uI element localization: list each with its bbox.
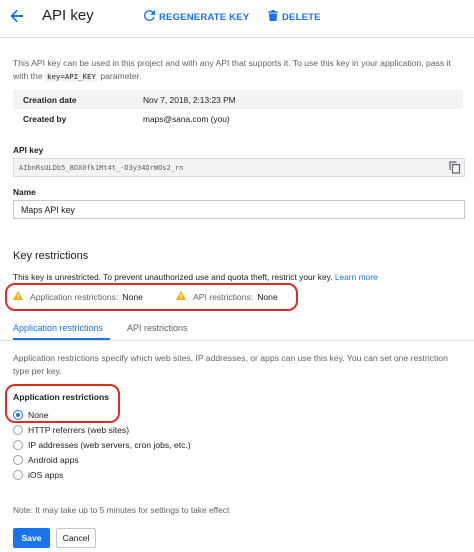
settings-note: Note: It may take up to 5 minutes for se… (13, 505, 230, 515)
application-restrictions-warning: Application restrictions: None (13, 291, 143, 302)
tab-api-restrictions[interactable]: API restrictions (127, 323, 188, 333)
application-restrictions-warning-value: None (122, 291, 143, 302)
radio-button[interactable] (13, 455, 23, 465)
learn-more-link[interactable]: Learn more (335, 272, 378, 282)
radio-button[interactable] (13, 410, 23, 420)
warning-icon (13, 291, 23, 302)
radio-http-referrers-label: HTTP referrers (web sites) (28, 425, 130, 435)
application-restrictions-heading: Application restrictions (13, 392, 109, 402)
api-restrictions-warning-value: None (257, 291, 278, 302)
creation-date-row: Creation date Nov 7, 2018, 2:13:23 PM (13, 90, 463, 109)
back-arrow-icon[interactable] (8, 8, 26, 26)
created-by-row: Created by maps@sana.com (you) (13, 109, 463, 128)
created-by-value: maps@sana.com (you) (143, 113, 230, 124)
radio-none[interactable]: None (13, 410, 49, 420)
radio-ios-apps[interactable]: iOS apps (13, 470, 63, 480)
name-label: Name (13, 187, 36, 197)
unrestricted-message: This key is unrestricted. To prevent una… (13, 272, 378, 282)
trash-icon (268, 10, 278, 24)
delete-label: DELETE (282, 11, 321, 23)
api-key-label: API key (13, 145, 44, 155)
copy-icon[interactable] (449, 161, 461, 174)
api-restrictions-warning: API restrictions: None (176, 291, 278, 302)
cancel-button[interactable]: Cancel (56, 528, 96, 548)
header-divider (0, 37, 474, 38)
radio-none-label: None (28, 410, 49, 420)
created-by-label: Created by (23, 113, 67, 124)
unrestricted-text: This key is unrestricted. To prevent una… (13, 272, 333, 282)
application-restrictions-description: Application restrictions specify which w… (13, 353, 448, 376)
radio-http-referrers[interactable]: HTTP referrers (web sites) (13, 425, 129, 435)
radio-ip-addresses-label: IP addresses (web servers, cron jobs, et… (28, 440, 191, 450)
tabs-divider (0, 340, 474, 341)
refresh-icon (143, 9, 155, 24)
radio-button[interactable] (13, 425, 23, 435)
creation-date-value: Nov 7, 2018, 2:13:23 PM (143, 94, 236, 105)
key-restrictions-title: Key restrictions (13, 250, 89, 262)
api-key-value[interactable]: AIbnRsULDb5_8OX0fk1Mt4t_-D3y34DrWOs2_rn (19, 164, 183, 172)
radio-ip-addresses[interactable]: IP addresses (web servers, cron jobs, et… (13, 440, 191, 450)
delete-button[interactable]: DELETE (268, 10, 321, 24)
intro-text-after: parameter. (97, 71, 142, 81)
radio-android-apps[interactable]: Android apps (13, 455, 79, 465)
application-restrictions-warning-label: Application restrictions: (30, 291, 119, 302)
regenerate-key-label: REGENERATE KEY (159, 11, 250, 23)
page-title: API key (42, 7, 94, 24)
radio-android-apps-label: Android apps (28, 455, 79, 465)
intro-text: This API key can be used in this project… (13, 57, 463, 83)
creation-date-label: Creation date (23, 94, 77, 105)
api-restrictions-warning-label: API restrictions: (193, 291, 254, 302)
save-button[interactable]: Save (13, 528, 50, 548)
warning-icon (176, 291, 186, 302)
key-parameter-code: key=API_KEY (45, 71, 98, 82)
radio-ios-apps-label: iOS apps (28, 470, 64, 480)
regenerate-key-button[interactable]: REGENERATE KEY (143, 9, 250, 24)
radio-button[interactable] (13, 440, 23, 450)
radio-button[interactable] (13, 470, 23, 480)
key-info-table: Creation date Nov 7, 2018, 2:13:23 PM Cr… (13, 90, 463, 128)
name-input[interactable] (13, 200, 465, 219)
tab-application-restrictions[interactable]: Application restrictions (13, 323, 103, 333)
